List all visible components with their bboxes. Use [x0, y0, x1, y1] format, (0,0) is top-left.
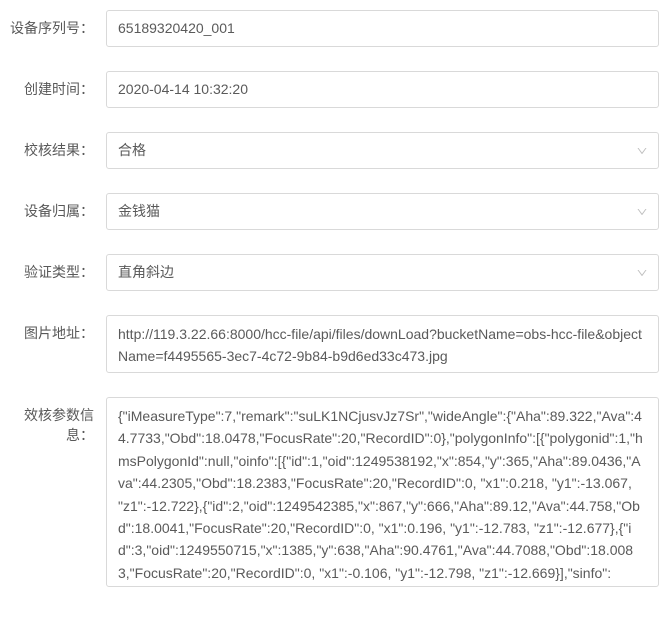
create-time-input[interactable]: [106, 71, 659, 108]
device-serial-input[interactable]: [106, 10, 659, 47]
verify-type-select[interactable]: 直角斜边: [106, 254, 659, 291]
image-url-label: 图片地址：: [8, 315, 106, 343]
params-info-textarea[interactable]: [106, 397, 659, 587]
device-owner-label: 设备归属：: [8, 193, 106, 221]
create-time-label: 创建时间：: [8, 71, 106, 99]
check-result-select[interactable]: 合格: [106, 132, 659, 169]
verify-type-label: 验证类型：: [8, 254, 106, 282]
device-owner-select[interactable]: 金钱猫: [106, 193, 659, 230]
image-url-textarea[interactable]: [106, 315, 659, 373]
check-result-label: 校核结果：: [8, 132, 106, 160]
device-serial-label: 设备序列号：: [8, 10, 106, 38]
params-info-label: 效核参数信息：: [8, 397, 106, 445]
